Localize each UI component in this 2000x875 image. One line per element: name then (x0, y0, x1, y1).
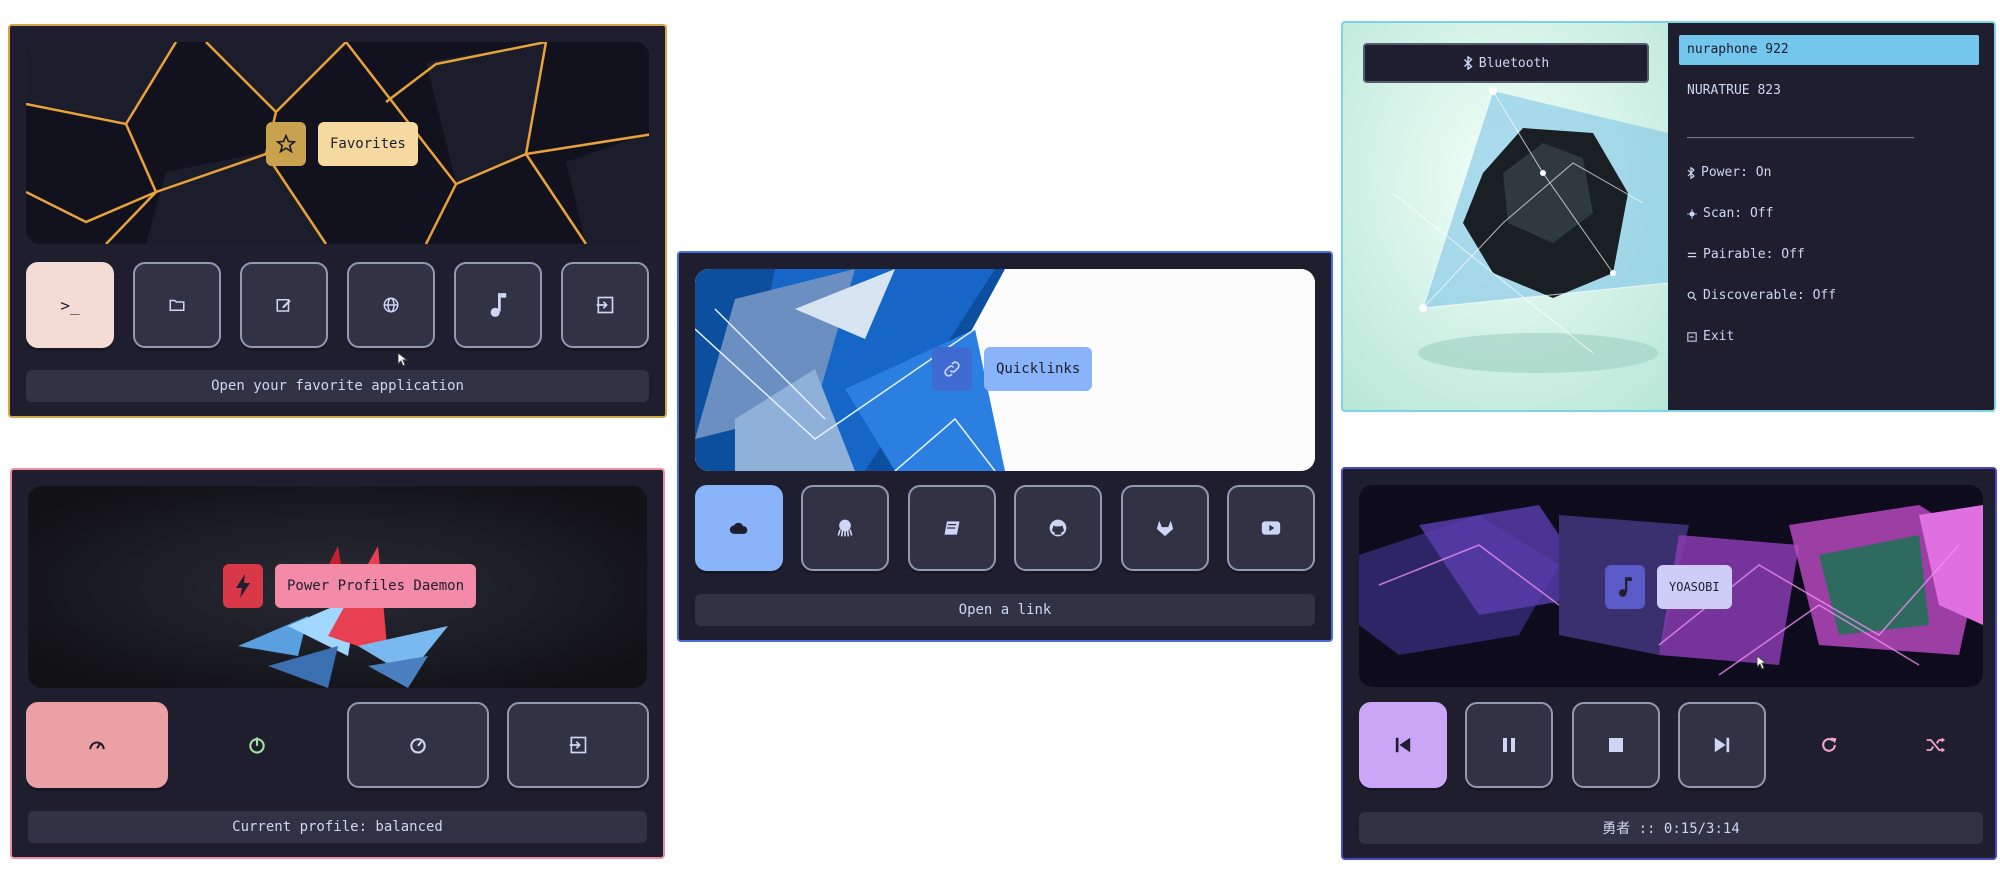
mouse-cursor (1757, 656, 1767, 670)
exit-icon (569, 736, 587, 754)
star-icon (266, 122, 306, 166)
power-title: Power Profiles Daemon (275, 564, 477, 608)
browser-button[interactable] (347, 262, 435, 348)
scan-icon (1687, 209, 1697, 219)
repeat-icon (1821, 737, 1837, 752)
mouse-cursor (398, 353, 408, 367)
exit-button[interactable] (506, 702, 649, 788)
power-option-label: Power: On (1701, 165, 1772, 180)
stop-icon (1608, 738, 1623, 752)
music-player-button[interactable] (454, 262, 542, 348)
gitlab-icon (1156, 520, 1173, 537)
scan-option-label: Scan: Off (1703, 206, 1774, 221)
favorites-badge: Favorites (266, 122, 418, 166)
scan-option[interactable]: Scan: Off (1679, 199, 1979, 229)
globe-icon (383, 297, 399, 313)
power-saver-icon (249, 737, 266, 754)
bluetooth-badge: Bluetooth (1363, 43, 1649, 83)
book-button[interactable] (907, 485, 996, 571)
lightning-icon (223, 564, 263, 608)
exit-icon (1687, 332, 1697, 342)
shuffle-icon (1926, 737, 1945, 753)
music-title: YOASOBI (1657, 565, 1732, 609)
power-saver-button[interactable] (186, 702, 328, 788)
bluetooth-panel: Bluetooth nuraphone 922 NURATRUE 823 ___… (1341, 21, 1996, 412)
terminal-button[interactable]: >_ (26, 262, 114, 348)
shuffle-button[interactable] (1891, 702, 1979, 788)
pause-icon (1503, 738, 1516, 752)
pairable-option[interactable]: Pairable: Off (1679, 240, 1979, 270)
pairable-option-label: Pairable: Off (1703, 247, 1805, 262)
menu-separator: _____________________________ (1687, 124, 1914, 139)
balanced-icon (409, 738, 426, 754)
terminal-icon: >_ (60, 295, 80, 315)
previous-button[interactable] (1359, 702, 1447, 788)
quicklinks-buttons (695, 485, 1315, 571)
bluetooth-title: Bluetooth (1478, 55, 1550, 71)
music-buttons (1359, 702, 1979, 788)
music-panel: YOASOBI 勇者 :: 0:15/3:14 (1341, 467, 1997, 860)
file-manager-button[interactable] (133, 262, 221, 348)
github-icon (1049, 519, 1067, 537)
folder-icon (169, 299, 185, 311)
previous-icon (1395, 737, 1411, 753)
exit-option[interactable]: Exit (1679, 322, 1979, 352)
book-icon (944, 521, 960, 535)
balanced-button[interactable] (346, 702, 489, 788)
cloud-button[interactable] (695, 485, 783, 571)
power-buttons (26, 702, 649, 788)
stop-button[interactable] (1571, 702, 1660, 788)
octopus-button[interactable] (801, 485, 890, 571)
link-icon (932, 347, 972, 391)
favorites-panel: Favorites >_ Open your favorite applicat… (8, 24, 667, 418)
search-icon (1687, 291, 1697, 301)
exit-icon (596, 296, 614, 314)
next-button[interactable] (1678, 702, 1767, 788)
bluetooth-icon (1463, 56, 1473, 70)
music-icon (490, 293, 507, 317)
exit-option-label: Exit (1703, 329, 1735, 344)
bluetooth-menu: nuraphone 922 NURATRUE 823 _____________… (1679, 35, 1979, 352)
music-badge: YOASOBI (1605, 565, 1732, 609)
favorites-buttons: >_ (26, 262, 649, 348)
editor-button[interactable] (240, 262, 328, 348)
gitlab-button[interactable] (1120, 485, 1209, 571)
music-footer: 勇者 :: 0:15/3:14 (1359, 812, 1983, 844)
youtube-button[interactable] (1226, 485, 1315, 571)
discoverable-option-label: Discoverable: Off (1703, 288, 1837, 303)
edit-icon (276, 299, 291, 312)
discoverable-option[interactable]: Discoverable: Off (1679, 281, 1979, 311)
pair-icon (1687, 252, 1697, 258)
power-profiles-panel: Power Profiles Daemon Current profile: b… (10, 468, 665, 859)
music-icon (1605, 565, 1645, 609)
github-button[interactable] (1014, 485, 1103, 571)
next-icon (1714, 737, 1730, 753)
performance-icon (89, 741, 105, 750)
quicklinks-title: Quicklinks (984, 347, 1093, 391)
power-badge: Power Profiles Daemon (223, 564, 477, 608)
repeat-button[interactable] (1785, 702, 1873, 788)
device-item-selected[interactable]: nuraphone 922 (1679, 35, 1979, 65)
performance-button[interactable] (26, 702, 168, 788)
exit-button[interactable] (561, 262, 649, 348)
favorites-footer: Open your favorite application (26, 370, 649, 402)
cloud-icon (729, 522, 748, 534)
quicklinks-footer: Open a link (695, 594, 1315, 626)
device-item[interactable]: NURATRUE 823 (1679, 76, 1979, 106)
bluetooth-icon (1687, 167, 1695, 179)
favorites-title: Favorites (318, 122, 418, 166)
octopus-icon (837, 519, 853, 537)
pause-button[interactable] (1465, 702, 1554, 788)
youtube-icon (1261, 521, 1281, 535)
power-option[interactable]: Power: On (1679, 158, 1979, 188)
quicklinks-badge: Quicklinks (932, 347, 1093, 391)
quicklinks-panel: Quicklinks Open a link (677, 251, 1333, 642)
power-footer: Current profile: balanced (28, 811, 647, 843)
